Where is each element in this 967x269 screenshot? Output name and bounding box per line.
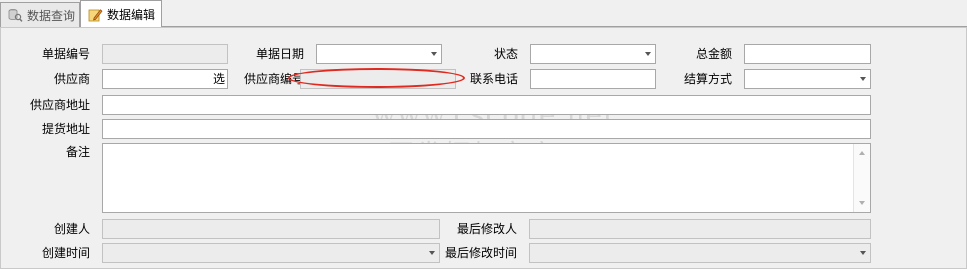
pickup-addr-field[interactable] <box>102 119 871 139</box>
tab-data-query-label: 数据查询 <box>27 8 76 23</box>
creator-label: 创建人 <box>53 222 90 236</box>
chevron-down-icon[interactable] <box>860 251 866 255</box>
chevron-down-icon[interactable] <box>431 52 437 56</box>
settle-select[interactable] <box>744 69 871 89</box>
database-query-icon <box>7 7 23 23</box>
modifier-field[interactable] <box>529 219 871 239</box>
total-field[interactable] <box>744 44 871 64</box>
settle-label: 结算方式 <box>683 72 732 86</box>
supplier-code-label: 供应商编号 <box>243 72 304 86</box>
phone-label: 联系电话 <box>469 72 518 86</box>
chevron-down-icon[interactable] <box>645 52 651 56</box>
supplier-field[interactable]: 选 <box>102 69 228 89</box>
remark-label: 备注 <box>65 145 90 159</box>
modified-at-label: 最后修改时间 <box>444 246 517 260</box>
doc-date-picker[interactable] <box>316 44 442 64</box>
chevron-down-icon[interactable] <box>860 77 866 81</box>
tab-bar: 数据查询 数据编辑 <box>0 0 967 28</box>
doc-no-field[interactable] <box>102 44 228 64</box>
tab-data-edit-label: 数据编辑 <box>107 8 156 22</box>
created-at-picker[interactable] <box>102 243 440 263</box>
phone-field[interactable] <box>530 69 656 89</box>
doc-no-label: 单据编号 <box>41 47 90 61</box>
modified-at-picker[interactable] <box>529 243 871 263</box>
tab-data-edit[interactable]: 数据编辑 <box>80 0 162 28</box>
remark-textarea[interactable] <box>102 143 871 213</box>
supplier-label: 供应商 <box>53 72 90 86</box>
supplier-pick-button[interactable]: 选 <box>213 71 225 87</box>
tab-data-query[interactable]: 数据查询 <box>0 2 80 27</box>
supplier-code-field[interactable] <box>300 69 456 89</box>
edit-pencil-icon <box>87 7 103 23</box>
supplier-addr-label: 供应商地址 <box>29 98 90 112</box>
total-label: 总金额 <box>695 47 732 61</box>
pickup-addr-label: 提货地址 <box>41 122 90 136</box>
status-label: 状态 <box>493 47 518 61</box>
supplier-addr-field[interactable] <box>102 95 871 115</box>
scroll-up-icon[interactable] <box>859 151 865 155</box>
status-select[interactable] <box>530 44 656 64</box>
scroll-down-icon[interactable] <box>859 201 865 205</box>
remark-scrollbar[interactable] <box>853 144 870 212</box>
modifier-label: 最后修改人 <box>456 222 517 236</box>
creator-field[interactable] <box>102 219 440 239</box>
doc-date-label: 单据日期 <box>255 47 304 61</box>
created-at-label: 创建时间 <box>41 246 90 260</box>
